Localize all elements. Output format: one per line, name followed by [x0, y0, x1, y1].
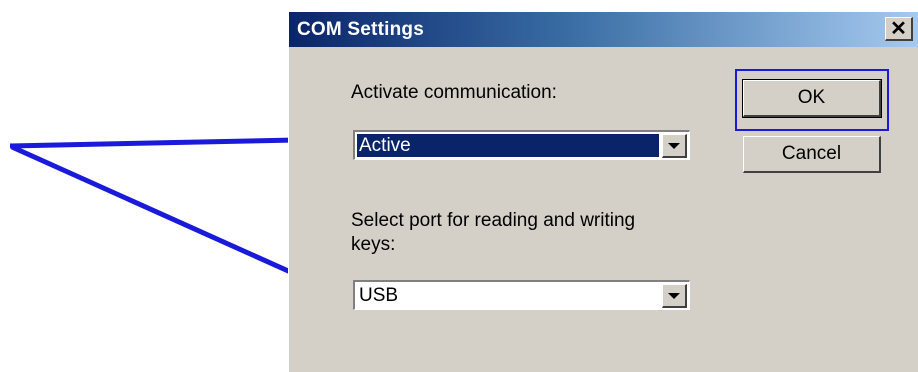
activate-value: Active [357, 134, 659, 157]
port-value: USB [359, 285, 399, 306]
dropdown-arrow-icon[interactable] [662, 284, 687, 308]
close-button[interactable]: ✕ [885, 17, 913, 41]
activate-combobox[interactable]: Active [353, 130, 690, 160]
com-settings-dialog: COM Settings ✕ Activate communication: A… [288, 11, 918, 372]
dialog-title: COM Settings [297, 19, 424, 40]
activate-label: Activate communication: [351, 82, 557, 103]
dropdown-arrow-icon[interactable] [662, 134, 687, 158]
port-combobox[interactable]: USB [353, 280, 690, 310]
cancel-button[interactable]: Cancel [743, 136, 881, 173]
port-label-line2: keys: [351, 234, 396, 255]
ok-button[interactable]: OK [742, 79, 882, 118]
close-icon: ✕ [890, 17, 907, 40]
port-label-line1: Select port for reading and writing [351, 210, 636, 231]
title-bar[interactable]: COM Settings ✕ [289, 12, 918, 47]
